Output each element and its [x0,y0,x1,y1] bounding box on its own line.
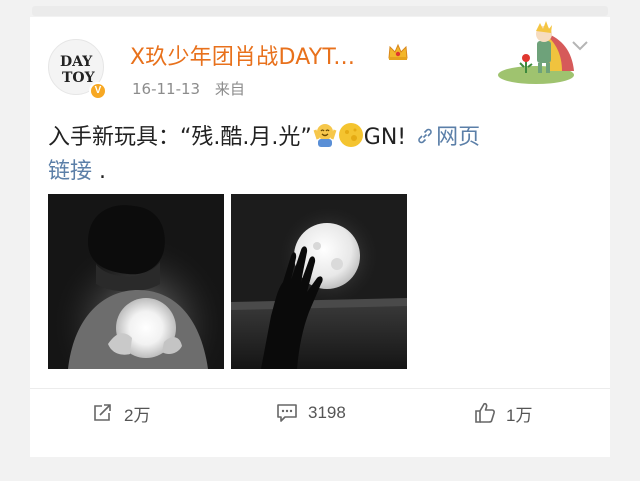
comment-button[interactable]: 3198 [276,398,346,428]
post-time: 16-11-13 [132,80,201,98]
person-holding-moon-lamp-image [48,194,224,369]
post-text-tail: . [92,159,107,184]
moon-emoji-icon [338,123,363,147]
link-icon [418,128,432,144]
cheering-face-emoji-icon [313,124,337,147]
hand-reaching-moon-image [231,194,407,369]
web-link-label-2[interactable]: 链接 [48,159,92,184]
repost-count: 2万 [124,405,151,425]
like-button[interactable]: 1万 [474,398,532,428]
post-source: 来自 [214,80,245,98]
post-actions-bar: 2万 3198 1万 [30,390,610,436]
avatar[interactable]: DAY TOY V [48,39,107,100]
post-text-gn: GN! [363,125,407,150]
repost-icon [94,404,111,421]
post-text-main: 入手新玩具：“残.酷.月.光” [48,125,312,150]
username[interactable]: X玖少年团肖战DAYT... [130,39,355,71]
post-text: 入手新玩具：“残.酷.月.光” GN! 网页链接 . [48,121,598,189]
comment-count: 3198 [308,403,346,422]
verified-badge: V [89,82,107,100]
weibo-post-card: DAY TOY V X玖少年团肖战DAYT... 16-11-13 来自 入手新… [30,17,610,457]
svg-text:DAY: DAY [60,54,93,70]
actions-divider [30,388,610,389]
chevron-down-icon[interactable] [570,39,590,53]
repost-button[interactable]: 2万 [92,398,150,428]
post-photo-2[interactable] [231,194,407,369]
previous-card-edge [32,6,608,16]
comment-icon [277,404,297,422]
crown-icon [388,43,408,60]
post-photo-1[interactable] [48,194,224,369]
thumbs-up-icon [475,402,495,423]
top-strip [0,0,640,18]
web-link-label[interactable]: 网页 [436,125,480,150]
like-count: 1万 [506,405,533,425]
post-meta: 16-11-13 来自 [132,78,245,99]
svg-text:TOY: TOY [62,70,96,86]
